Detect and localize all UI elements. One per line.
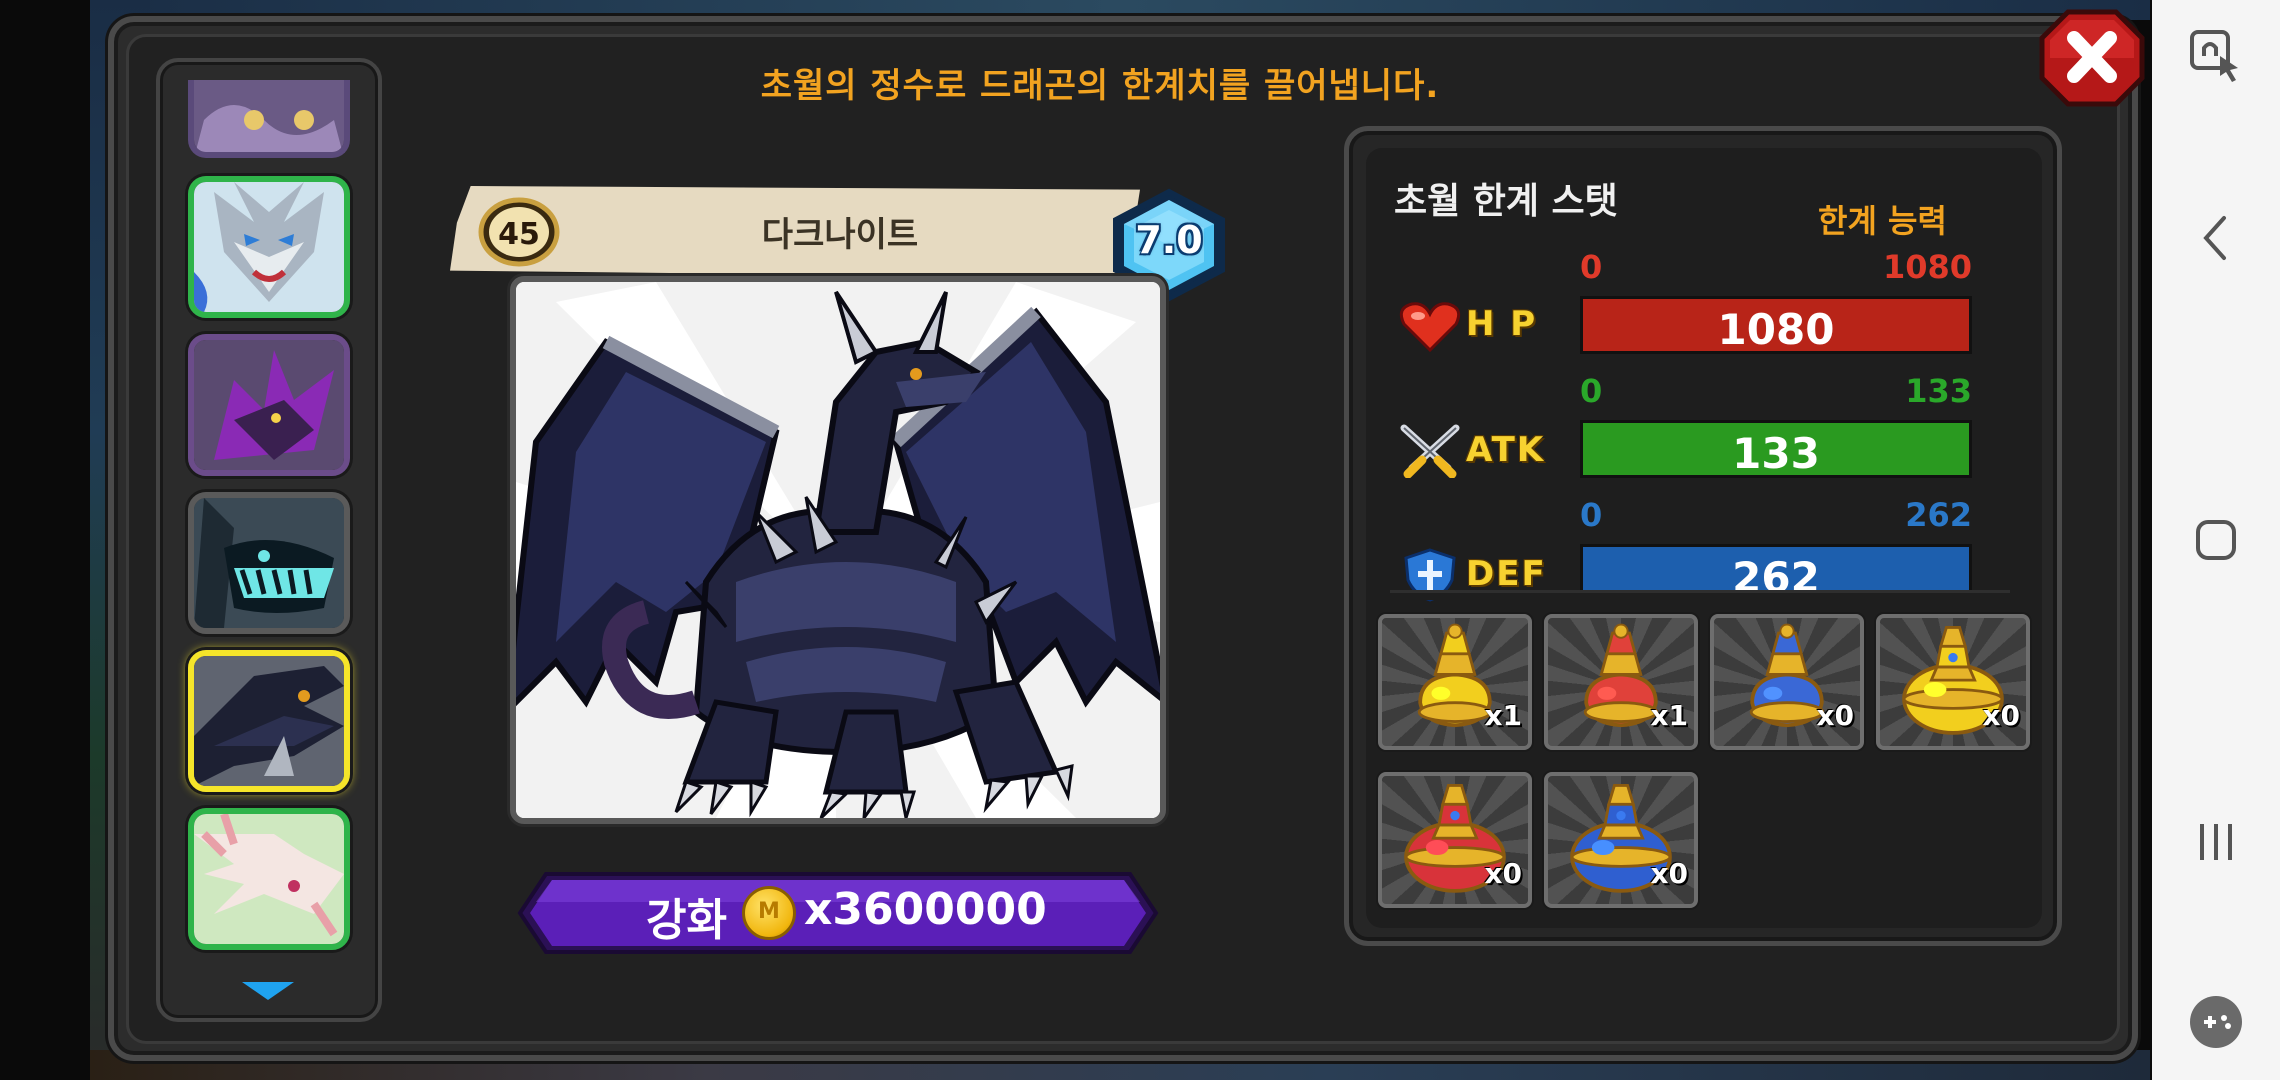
dragon-list-item-wolf[interactable] [188, 176, 350, 318]
touch-lock-icon[interactable] [2186, 26, 2246, 86]
game-tools-icon[interactable] [2186, 992, 2246, 1052]
home-icon[interactable] [2186, 510, 2246, 570]
dragon-portrait [510, 276, 1166, 824]
level-badge: 45 [474, 196, 564, 268]
item-count: x0 [1484, 857, 1522, 890]
dragon-list-item-purple[interactable] [188, 334, 350, 476]
dragon-rank: 7.0 [1135, 218, 1203, 262]
def-label: DEF [1466, 554, 1547, 594]
atk-min: 0 [1580, 372, 1603, 410]
item-red-essence-potion[interactable]: x1 [1544, 614, 1698, 750]
close-button[interactable] [2038, 8, 2146, 108]
item-yellow-essence-potion[interactable]: x1 [1378, 614, 1532, 750]
coin-icon: M [742, 886, 796, 940]
hp-bar: 1080 [1580, 296, 1972, 354]
stat-panel-title: 초월 한계 스탯 [1394, 181, 1618, 222]
dragon-list-item-white[interactable] [188, 808, 350, 950]
dragon-level: 45 [498, 217, 540, 252]
enhance-label: 강화 [646, 895, 727, 946]
back-icon[interactable] [2186, 208, 2246, 268]
def-max: 262 [1905, 496, 1972, 534]
hp-label: H P [1466, 304, 1538, 344]
item-large-yellow-essence-potion[interactable]: x0 [1876, 614, 2030, 750]
scroll-down-arrow-icon[interactable] [240, 980, 296, 1002]
heart-icon [1399, 302, 1461, 353]
atk-max: 133 [1905, 372, 1972, 410]
item-count: x0 [1982, 699, 2020, 732]
crossed-swords-icon [1400, 424, 1460, 478]
atk-label: ATK [1466, 430, 1546, 470]
enhance-cost: x3600000 [804, 884, 1047, 935]
game-screen: 초월의 정수로 드래곤의 한계치를 끌어냅니다. 45 다크나이트 7.0 강화… [0, 0, 2280, 1080]
dragon-list-item-dark-knight[interactable] [188, 650, 350, 792]
item-blue-essence-potion[interactable]: x0 [1710, 614, 1864, 750]
item-count: x0 [1650, 857, 1688, 890]
def-bar: 262 [1580, 544, 1972, 602]
atk-bar: 133 [1580, 420, 1972, 478]
header-description: 초월의 정수로 드래곤의 한계치를 끌어냅니다. [760, 66, 1440, 106]
def-min: 0 [1580, 496, 1603, 534]
item-count: x1 [1650, 699, 1688, 732]
dark-knight-dragon-image [516, 282, 1160, 818]
limit-ability-title: 한계 능력 [1818, 202, 1947, 240]
dragon-list-item-ghost[interactable] [188, 492, 350, 634]
hp-value: 1080 [1717, 305, 1835, 354]
atk-value: 133 [1732, 429, 1820, 478]
item-count: x1 [1484, 699, 1522, 732]
item-large-blue-essence-potion[interactable]: x0 [1544, 772, 1698, 908]
item-large-red-essence-potion[interactable]: x0 [1378, 772, 1532, 908]
hp-min: 0 [1580, 248, 1603, 286]
stat-list-divider [1390, 590, 2010, 600]
dragon-list-item-partial[interactable] [188, 80, 350, 158]
close-icon [2039, 9, 2145, 107]
dragon-name: 다크나이트 [761, 215, 919, 255]
item-count: x0 [1816, 699, 1854, 732]
hp-max: 1080 [1882, 248, 1972, 286]
coin-symbol: M [758, 899, 780, 924]
recent-apps-icon[interactable] [2186, 812, 2246, 872]
